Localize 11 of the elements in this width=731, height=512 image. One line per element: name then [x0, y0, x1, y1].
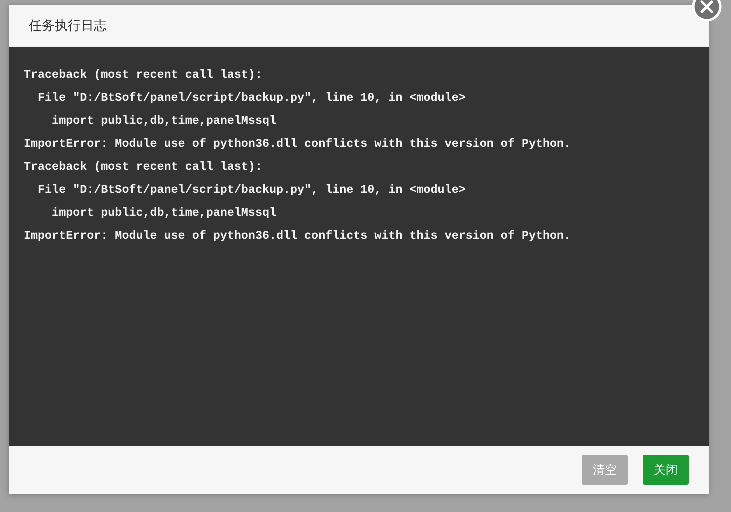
log-line: import public,db,time,panelMssql: [51, 113, 278, 130]
log-line: ImportError: Module use of python36.dll conflicts with this version of Python.: [24, 228, 572, 245]
dialog-title: 任务执行日志: [29, 18, 107, 34]
log-line: Traceback (most recent call last):: [24, 159, 264, 176]
close-icon[interactable]: [692, 0, 722, 22]
log-line: File "D:/BtSoft/panel/script/backup.py", line 10, in <module>: [37, 182, 467, 199]
close-button[interactable]: 关闭: [643, 455, 689, 485]
log-line: Traceback (most recent call last):: [24, 67, 264, 84]
log-line: File "D:/BtSoft/panel/script/backup.py", line 10, in <module>: [37, 90, 467, 107]
log-line: ImportError: Module use of python36.dll conflicts with this version of Python.: [24, 136, 572, 153]
log-line: import public,db,time,panelMssql: [51, 205, 278, 222]
